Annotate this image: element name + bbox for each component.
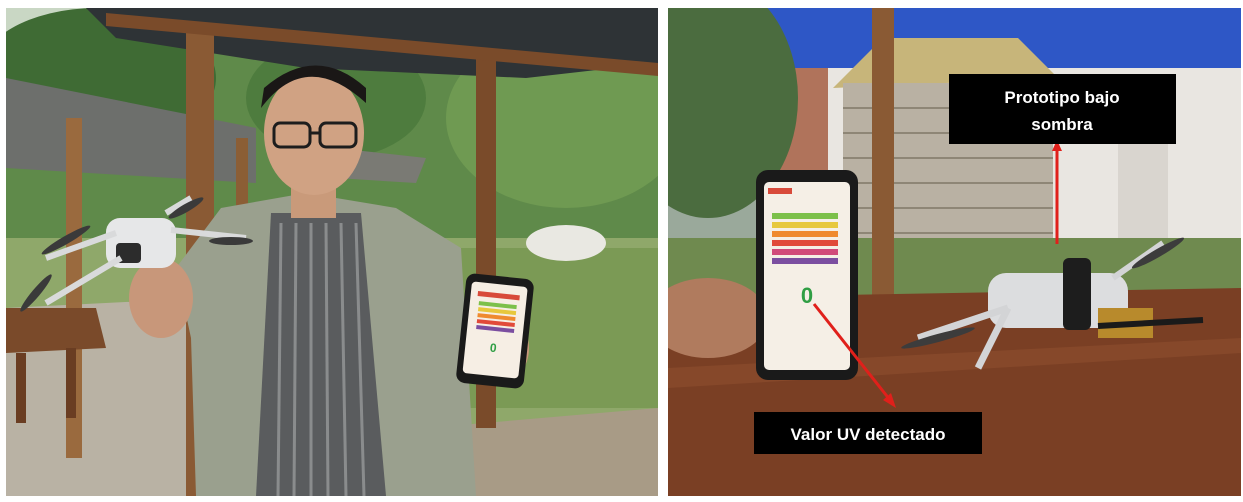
photo-right-scene: 0 Prototipo bajo sombra Valor UV detecta <box>668 8 1241 496</box>
phone-right-uv-value: 0 <box>801 283 813 308</box>
callout-uv-label: Valor UV detectado <box>791 425 946 444</box>
photo-left: 0 <box>6 8 658 496</box>
phone-right: 0 <box>756 170 858 380</box>
callout-prototype: Prototipo bajo sombra <box>949 74 1176 144</box>
photo-right: 0 Prototipo bajo sombra Valor UV detecta <box>668 8 1241 496</box>
wooden-pole <box>872 8 894 298</box>
callout-prototype-line2: sombra <box>1031 115 1093 134</box>
callout-prototype-line1: Prototipo bajo <box>1004 88 1119 107</box>
left-hand <box>129 258 193 338</box>
photo-left-scene: 0 <box>6 8 658 496</box>
phone-left: 0 <box>456 273 534 389</box>
callout-uv: Valor UV detectado <box>754 412 982 454</box>
picnic-table <box>6 308 106 353</box>
